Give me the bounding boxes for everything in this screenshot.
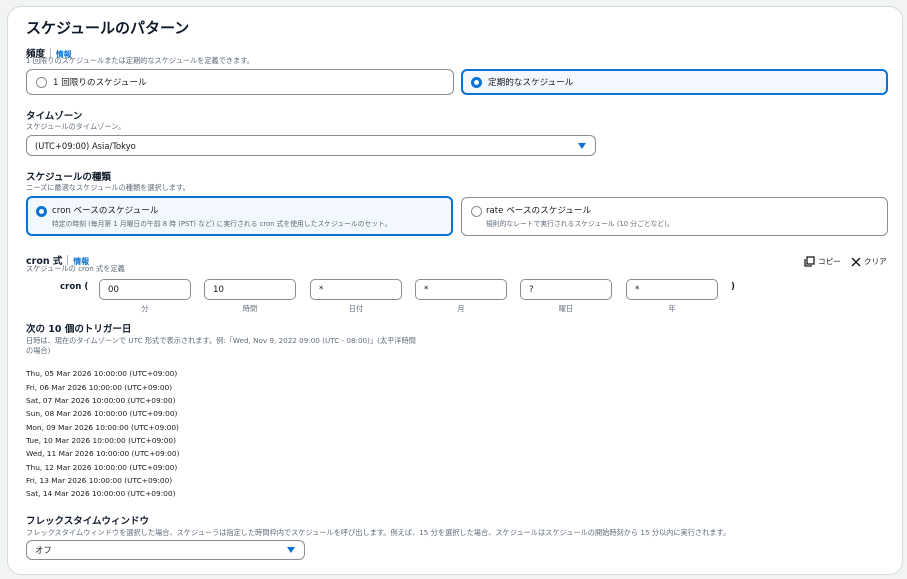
radio-selected-icon[interactable]	[36, 206, 47, 217]
cron-based-schedule-label: cron ベースのスケジュール	[52, 206, 159, 216]
clear-label: クリア	[864, 257, 887, 266]
cron-month-input[interactable]: *	[415, 279, 507, 300]
rate-based-schedule-description: 規則的なレートで実行されるスケジュール (10 分ごとなど)。	[486, 220, 674, 228]
schedule-type-label: スケジュールの種類	[26, 172, 111, 183]
close-icon	[851, 257, 861, 266]
radio-icon[interactable]	[36, 77, 47, 88]
cron-minutes-input[interactable]: 00	[99, 279, 191, 300]
cron-description: スケジュールの cron 式を定義	[26, 264, 125, 273]
cron-hours-input[interactable]: 10	[204, 279, 296, 300]
copy-label: コピー	[818, 257, 841, 266]
trigger-date: Wed, 11 Mar 2026 10:00:00 (UTC+09:00)	[26, 449, 180, 458]
timezone-description: スケジュールのタイムゾーン。	[26, 122, 126, 131]
divider	[67, 254, 69, 265]
flex-window-label: フレックスタイムウィンドウ	[26, 516, 150, 527]
trigger-date: Fri, 06 Mar 2026 10:00:00 (UTC+09:00)	[26, 383, 173, 392]
frequency-description: 1 回限りのスケジュールまたは定期的なスケジュールを定義できます。	[26, 56, 254, 65]
cron-based-schedule-option[interactable]: cron ベースのスケジュール 特定の時刻 (毎月第 1 月曜日の午前 8 時 …	[26, 196, 453, 236]
cron-prefix: cron (	[60, 282, 89, 292]
trigger-date: Thu, 12 Mar 2026 10:00:00 (UTC+09:00)	[26, 463, 178, 472]
trigger-date: Mon, 09 Mar 2026 10:00:00 (UTC+09:00)	[26, 423, 179, 432]
cron-day-of-month-caption: 日付	[348, 304, 364, 313]
copy-icon	[804, 256, 815, 267]
radio-selected-icon[interactable]	[471, 77, 482, 88]
section-title: スケジュールのパターン	[26, 19, 190, 37]
cron-hours-caption: 時間	[242, 304, 258, 313]
rate-based-schedule-label: rate ベースのスケジュール	[486, 206, 592, 216]
cron-based-schedule-description: 特定の時刻 (毎月第 1 月曜日の午前 8 時 (PST) など) に実行される…	[52, 220, 392, 228]
flex-window-value: オフ	[35, 545, 52, 555]
caret-down-icon	[287, 547, 295, 553]
cron-suffix: )	[731, 282, 735, 292]
trigger-date: Fri, 13 Mar 2026 10:00:00 (UTC+09:00)	[26, 476, 173, 485]
schedule-type-description: ニーズに最適なスケジュールの種類を選択します。	[26, 183, 190, 192]
trigger-date: Sat, 14 Mar 2026 10:00:00 (UTC+09:00)	[26, 489, 176, 498]
trigger-date: Thu, 05 Mar 2026 10:00:00 (UTC+09:00)	[26, 369, 178, 378]
recurring-schedule-option[interactable]: 定期的なスケジュール	[461, 69, 888, 95]
one-time-schedule-option[interactable]: 1 回限りのスケジュール	[26, 69, 454, 95]
next-triggers-description-line1: 日時は、現在のタイムゾーンで UTC 形式で表示されます。例:「Wed, Nov…	[26, 336, 416, 345]
timezone-value: (UTC+09:00) Asia/Tokyo	[35, 140, 136, 151]
caret-down-icon	[578, 142, 586, 149]
trigger-date: Sat, 07 Mar 2026 10:00:00 (UTC+09:00)	[26, 396, 176, 405]
flex-window-description: フレックスタイムウィンドウを選択した場合、スケジューラは指定した時間枠内でスケジ…	[26, 528, 731, 537]
recurring-schedule-label: 定期的なスケジュール	[488, 78, 574, 88]
trigger-date: Sun, 08 Mar 2026 10:00:00 (UTC+09:00)	[26, 409, 178, 418]
next-triggers-description-line2: の場合)	[26, 346, 51, 355]
cron-year-caption: 年	[668, 304, 676, 313]
rate-based-schedule-option[interactable]: rate ベースのスケジュール 規則的なレートで実行されるスケジュール (10 …	[461, 197, 888, 236]
cron-minutes-caption: 分	[141, 304, 149, 313]
trigger-date: Tue, 10 Mar 2026 10:00:00 (UTC+09:00)	[26, 436, 176, 445]
cron-month-caption: 月	[457, 304, 465, 313]
radio-icon[interactable]	[471, 206, 482, 217]
clear-button[interactable]: クリア	[851, 256, 887, 267]
timezone-label: タイムゾーン	[26, 111, 83, 122]
flex-window-select[interactable]: オフ	[26, 540, 305, 560]
cron-day-of-month-input[interactable]: *	[310, 279, 402, 300]
cron-day-of-week-input[interactable]: ?	[520, 279, 612, 300]
one-time-schedule-label: 1 回限りのスケジュール	[53, 78, 147, 88]
cron-day-of-week-caption: 曜日	[558, 304, 574, 313]
next-triggers-label: 次の 10 個のトリガー日	[26, 324, 132, 335]
copy-button[interactable]: コピー	[804, 256, 841, 267]
timezone-select[interactable]: (UTC+09:00) Asia/Tokyo	[26, 135, 596, 156]
cron-year-input[interactable]: *	[626, 279, 718, 300]
